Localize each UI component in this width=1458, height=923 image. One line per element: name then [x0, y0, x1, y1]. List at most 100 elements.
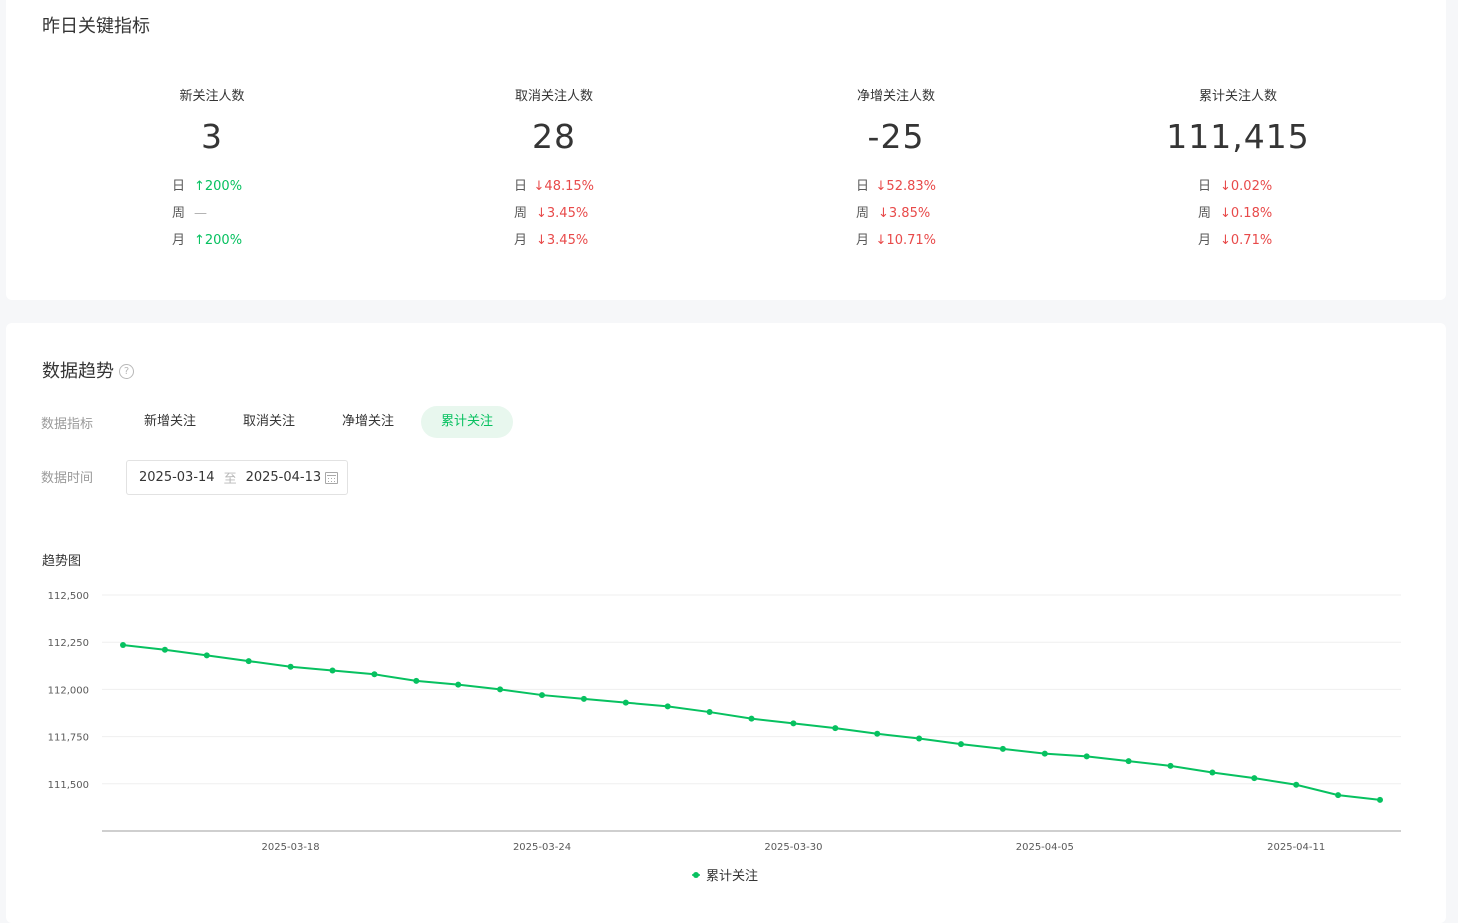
comparison-value: ↓52.83%: [875, 179, 936, 194]
comparison-row: 月 ↓3.45%: [404, 227, 704, 254]
comparison-value: ↓0.02%: [1220, 179, 1273, 194]
x-tick-label: 2025-03-30: [764, 842, 822, 853]
kpi-title: 昨日关键指标: [42, 16, 150, 37]
x-tick-label: 2025-03-24: [513, 842, 571, 853]
comparison-period: 日: [172, 179, 186, 194]
data-point: [287, 663, 294, 670]
comparison-value: ↓10.71%: [875, 233, 936, 248]
data-point: [1293, 781, 1300, 788]
data-point: [120, 642, 126, 649]
comparison-period: 月: [1198, 233, 1212, 248]
comparison-row: 日 ↓0.02%: [1088, 173, 1388, 200]
comparison-row: 周 —: [62, 200, 362, 227]
comparison-value: ↑200%: [194, 179, 243, 194]
legend-marker: [693, 872, 699, 878]
comparison-period: 周: [1198, 206, 1212, 221]
metric-value: 28: [532, 117, 576, 156]
comparison-period: 月: [514, 233, 528, 248]
data-point: [916, 735, 923, 742]
metric-value: 111,415: [1166, 117, 1310, 156]
x-tick-label: 2025-03-18: [262, 842, 320, 853]
trend-line-chart: 111,500 111,750 112,000 112,250 112,500 2025-…: [48, 591, 1401, 883]
metric-new-followers: 新关注人数 3 日 ↑200% 周 — 月 ↑200%: [62, 88, 362, 254]
chart-title: 趋势图: [42, 554, 82, 569]
data-point: [1125, 758, 1132, 765]
comparison-row: 周 ↓3.85%: [746, 200, 1046, 227]
metric-label: 新关注人数: [179, 89, 245, 104]
data-point: [1335, 792, 1342, 799]
comparison-period: 周: [172, 206, 186, 221]
y-tick-label: 112,500: [48, 591, 89, 602]
data-point: [664, 703, 671, 710]
series-line: [122, 644, 1381, 801]
metric-net-followers: 净增关注人数 -25 日 ↓52.83% 周 ↓3.85% 月 ↓10.71%: [746, 88, 1046, 254]
data-point: [413, 677, 420, 684]
date-range-picker[interactable]: 2025-03-14 至 2025-04-13: [126, 460, 348, 495]
comparison-period: 周: [856, 206, 870, 221]
comparison-period: 日: [1198, 179, 1212, 194]
data-point: [203, 652, 210, 659]
comparison-row: 月 ↓0.71%: [1088, 227, 1388, 254]
comparison-value: ↓3.45%: [536, 206, 589, 221]
data-point: [706, 709, 713, 716]
data-point: [371, 671, 378, 678]
metric-filter-label: 数据指标: [41, 417, 94, 432]
data-point: [329, 667, 336, 674]
data-point: [1041, 750, 1048, 757]
date-start[interactable]: 2025-03-14: [139, 470, 215, 485]
metric-total-followers: 累计关注人数 111,415 日 ↓0.02% 周 ↓0.18% 月 ↓0.71%: [1088, 88, 1388, 254]
comparison-value: —: [194, 206, 207, 221]
y-tick-label: 112,250: [48, 638, 89, 649]
comparison-period: 月: [172, 233, 186, 248]
data-point: [245, 658, 252, 665]
comparison-value: ↑200%: [194, 233, 243, 248]
comparison-value: ↓3.85%: [878, 206, 931, 221]
data-point: [539, 692, 545, 699]
comparison-period: 周: [514, 206, 528, 221]
data-point: [1083, 753, 1090, 760]
data-point: [958, 741, 964, 748]
metric-value: -25: [867, 117, 925, 156]
comparison-period: 日: [514, 179, 528, 194]
comparison-row: 周 ↓3.45%: [404, 200, 704, 227]
data-point: [832, 725, 839, 732]
data-point: [580, 695, 587, 702]
y-tick-label: 111,750: [48, 733, 89, 744]
trend-card: 数据趋势 ? 数据指标 新增关注 取消关注 净增关注 累计关注 数据时间 202…: [6, 323, 1446, 923]
comparison-value: ↓0.71%: [1220, 233, 1273, 248]
comparison-row: 周 ↓0.18%: [1088, 200, 1388, 227]
date-end[interactable]: 2025-04-13: [246, 470, 322, 485]
comparison-period: 月: [856, 233, 870, 248]
data-point: [1167, 762, 1174, 769]
metric-label: 累计关注人数: [1198, 89, 1277, 104]
comparison-row: 月 ↑200%: [62, 227, 362, 254]
data-point: [999, 745, 1006, 752]
comparison-value: ↓48.15%: [533, 179, 594, 194]
trend-title: 数据趋势 ?: [42, 357, 134, 383]
tab-new-follow[interactable]: 新增关注: [124, 406, 216, 438]
comparison-value: ↓3.45%: [536, 233, 589, 248]
trend-title-text: 数据趋势: [42, 361, 114, 382]
calendar-icon[interactable]: [325, 472, 338, 484]
tab-net-follow[interactable]: 净增关注: [322, 406, 414, 438]
comparison-row: 日 ↓52.83%: [746, 173, 1046, 200]
tab-total-follow[interactable]: 累计关注: [421, 406, 514, 438]
data-point: [1209, 769, 1216, 776]
legend-label: 累计关注: [706, 869, 758, 883]
data-point: [874, 730, 881, 737]
y-tick-label: 111,500: [48, 780, 89, 791]
metric-tabs: 新增关注 取消关注 净增关注 累计关注: [124, 406, 520, 438]
comparison-row: 日 ↓48.15%: [404, 173, 704, 200]
x-tick-label: 2025-04-05: [1016, 842, 1074, 853]
question-circle-icon[interactable]: ?: [119, 363, 134, 379]
data-point: [1377, 796, 1383, 803]
metric-value: 3: [201, 117, 223, 156]
comparison-row: 日 ↑200%: [62, 173, 362, 200]
data-point: [161, 646, 168, 653]
data-point: [748, 715, 755, 722]
comparison-period: 日: [856, 179, 870, 194]
data-point: [1251, 775, 1258, 782]
tab-unfollow[interactable]: 取消关注: [223, 406, 315, 438]
data-point: [497, 686, 504, 693]
data-point: [790, 720, 797, 727]
